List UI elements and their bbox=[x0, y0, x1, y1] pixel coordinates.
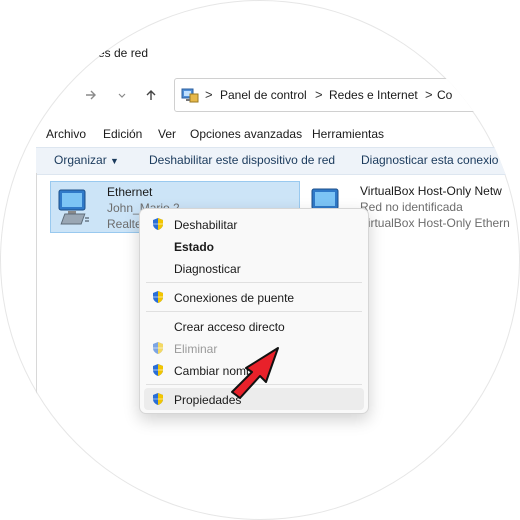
uac-shield-icon bbox=[151, 290, 165, 304]
window-title: es de red bbox=[98, 46, 149, 60]
breadcrumb-separator: > bbox=[315, 87, 323, 102]
uac-shield-icon bbox=[151, 392, 165, 406]
menu-item-conexiones-puente[interactable]: Conexiones de puente bbox=[140, 286, 370, 308]
adapter-name: VirtualBox Host-Only Netw bbox=[360, 184, 502, 198]
menu-bar: Archivo Edición Ver Opciones avanzadas H… bbox=[0, 124, 520, 144]
arrow-right-icon[interactable] bbox=[80, 84, 102, 106]
organize-label: Organizar bbox=[54, 153, 107, 167]
screenshot-frame: es de red > Panel de control > Redes e I… bbox=[0, 0, 520, 520]
breadcrumb-separator: > bbox=[425, 87, 433, 102]
menu-item-crear-acceso[interactable]: Crear acceso directo bbox=[140, 315, 370, 337]
red-arrow-icon bbox=[226, 342, 296, 402]
address-bar[interactable]: > Panel de control > Redes e Internet > … bbox=[174, 78, 520, 112]
organize-button[interactable]: Organizar ▼ bbox=[54, 153, 119, 167]
menu-item-label: Eliminar bbox=[174, 342, 218, 356]
breadcrumb-current[interactable]: Co bbox=[437, 88, 452, 102]
network-adapter-icon bbox=[55, 186, 99, 230]
menu-opciones-avanzadas[interactable]: Opciones avanzadas bbox=[190, 127, 302, 141]
menu-herramientas[interactable]: Herramientas bbox=[312, 127, 384, 141]
arrow-up-icon[interactable] bbox=[140, 84, 162, 106]
breadcrumb-separator: > bbox=[205, 87, 213, 102]
menu-item-label: Conexiones de puente bbox=[174, 291, 295, 305]
menu-item-estado[interactable]: Estado bbox=[140, 235, 370, 257]
diagnose-connection-button[interactable]: Diagnosticar esta conexio bbox=[361, 153, 498, 167]
adapter-name: Ethernet bbox=[107, 185, 153, 199]
menu-ver[interactable]: Ver bbox=[158, 127, 176, 141]
content-divider bbox=[36, 173, 37, 520]
adapter-device: VirtualBox Host-Only Ethern bbox=[360, 216, 510, 230]
menu-item-label: Deshabilitar bbox=[174, 218, 238, 232]
uac-shield-icon bbox=[151, 363, 165, 377]
menu-divider bbox=[146, 282, 362, 283]
menu-item-label: Diagnosticar bbox=[174, 262, 241, 276]
control-panel-icon bbox=[181, 87, 199, 103]
adapter-device: Realte bbox=[107, 217, 142, 231]
menu-item-label: Estado bbox=[174, 240, 215, 254]
chevron-down-icon[interactable] bbox=[111, 84, 133, 106]
uac-shield-icon bbox=[151, 341, 165, 355]
uac-shield-icon bbox=[151, 217, 165, 231]
adapter-network: Red no identificada bbox=[360, 200, 463, 214]
chevron-down-icon: ▼ bbox=[110, 156, 119, 166]
menu-edicion[interactable]: Edición bbox=[103, 127, 142, 141]
disable-device-button[interactable]: Deshabilitar este dispositivo de red bbox=[149, 153, 335, 167]
menu-divider bbox=[146, 311, 362, 312]
menu-item-label: Crear acceso directo bbox=[174, 320, 285, 334]
breadcrumb-redes-internet[interactable]: Redes e Internet bbox=[329, 88, 418, 102]
menu-item-diagnosticar[interactable]: Diagnosticar bbox=[140, 257, 370, 279]
breadcrumb-panel-control[interactable]: Panel de control bbox=[220, 88, 307, 102]
command-bar: Organizar ▼ Deshabilitar este dispositiv… bbox=[36, 147, 520, 175]
menu-item-deshabilitar[interactable]: Deshabilitar bbox=[140, 213, 370, 235]
menu-archivo[interactable]: Archivo bbox=[46, 127, 86, 141]
